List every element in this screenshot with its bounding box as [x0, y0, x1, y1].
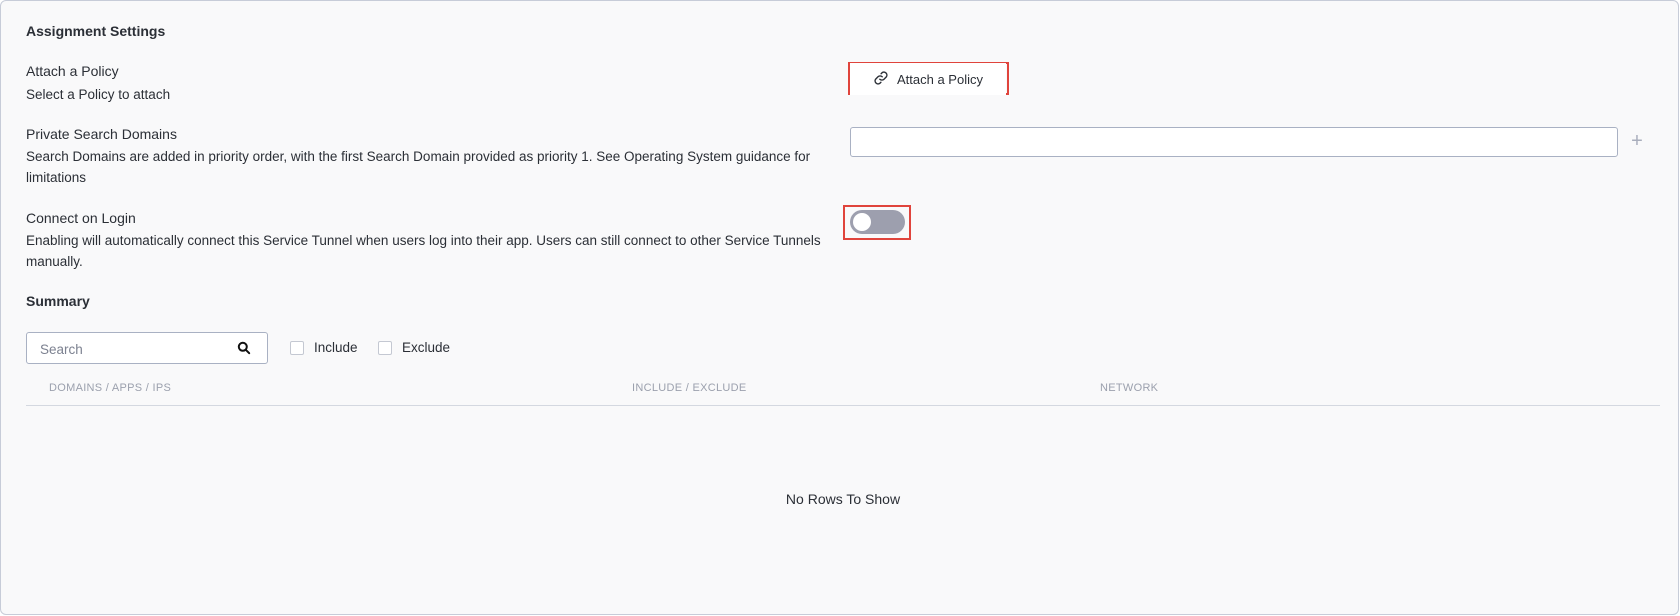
- include-filter[interactable]: Include: [290, 340, 358, 355]
- column-header-network[interactable]: NETWORK: [1100, 382, 1158, 394]
- attach-policy-button[interactable]: Attach a Policy: [850, 63, 1006, 95]
- policy-title: Attach a Policy: [26, 63, 119, 79]
- toggle-knob: [853, 213, 871, 231]
- summary-search-box: [26, 332, 268, 364]
- policy-description: Select a Policy to attach: [26, 87, 171, 102]
- summary-table-header: DOMAINS / APPS / IPS INCLUDE / EXCLUDE N…: [26, 382, 1660, 406]
- search-domains-description: Search Domains are added in priority ord…: [26, 149, 811, 185]
- include-label: Include: [314, 340, 358, 355]
- attach-policy-label: Attach a Policy: [897, 71, 983, 87]
- connect-on-login-toggle[interactable]: [850, 210, 905, 234]
- connect-on-login-title: Connect on Login: [26, 210, 136, 226]
- include-checkbox[interactable]: [290, 340, 304, 355]
- plus-icon[interactable]: +: [1627, 131, 1647, 151]
- exclude-filter[interactable]: Exclude: [378, 340, 450, 355]
- assignment-settings-panel: Assignment Settings Attach a Policy Sele…: [0, 0, 1679, 615]
- column-header-domains[interactable]: DOMAINS / APPS / IPS: [49, 382, 171, 394]
- search-icon[interactable]: [237, 341, 251, 355]
- column-header-include-exclude[interactable]: INCLUDE / EXCLUDE: [632, 382, 747, 394]
- exclude-label: Exclude: [402, 340, 451, 355]
- empty-table-message: No Rows To Show: [785, 491, 901, 507]
- link-icon: [873, 70, 889, 89]
- exclude-checkbox[interactable]: [378, 340, 392, 355]
- connect-on-login-description: Enabling will automatically connect this…: [26, 233, 821, 269]
- search-domains-input[interactable]: [850, 127, 1618, 157]
- summary-search-input[interactable]: [38, 339, 232, 359]
- search-domains-title: Private Search Domains: [26, 126, 177, 142]
- summary-title: Summary: [26, 293, 90, 309]
- section-title: Assignment Settings: [26, 23, 166, 39]
